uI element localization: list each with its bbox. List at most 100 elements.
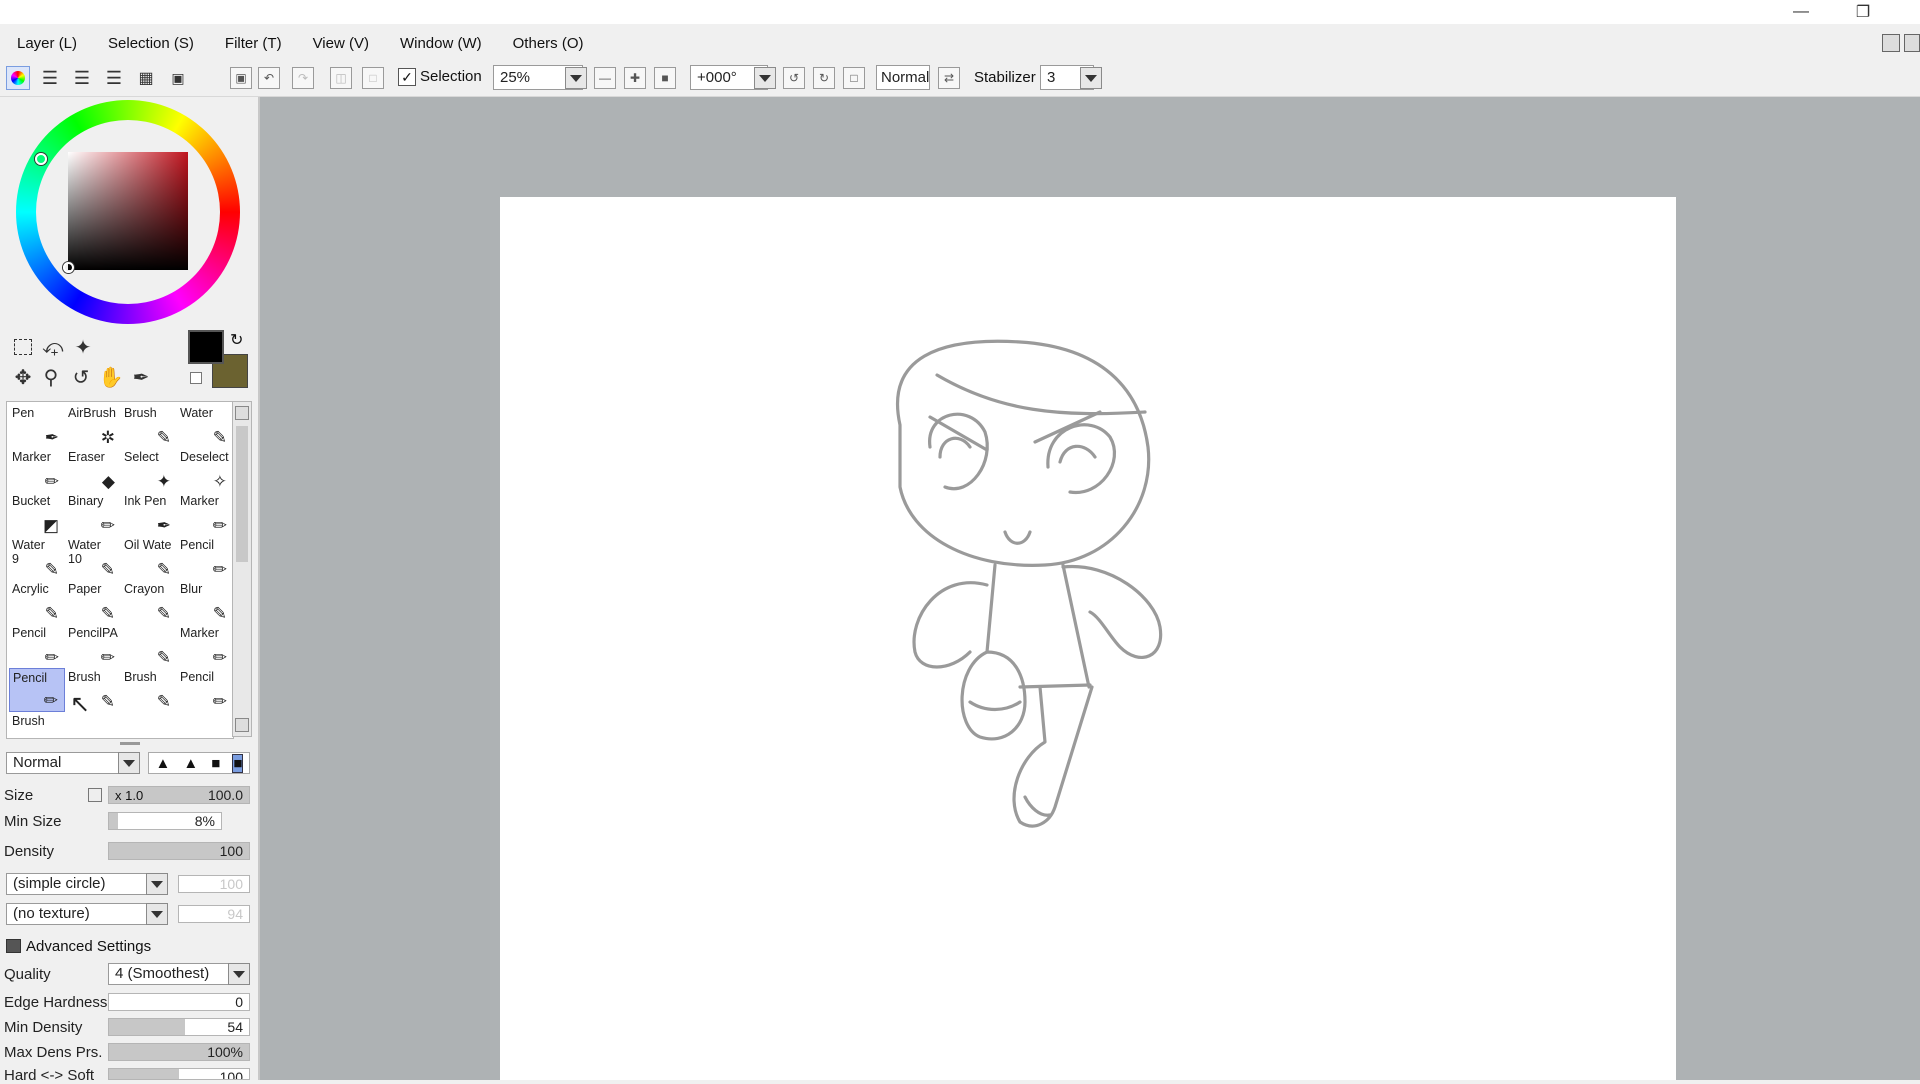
panel-layout-button[interactable] xyxy=(1904,34,1920,52)
invert-selection-button[interactable]: ◫ xyxy=(330,67,352,89)
view-mode-field[interactable]: Normal xyxy=(876,65,930,90)
rgb-sliders-toggle[interactable]: ☰ xyxy=(37,65,63,91)
brush-slot[interactable]: Pencil ✏ xyxy=(9,624,65,668)
brush-blend-mode-dropdown[interactable] xyxy=(118,752,140,774)
brush-slot[interactable]: Brush✎ xyxy=(121,668,177,712)
menu-filter[interactable]: Filter (T) xyxy=(208,35,296,52)
redo-button[interactable]: ↷ xyxy=(292,67,314,89)
menu-view[interactable]: View (V) xyxy=(296,35,383,52)
brush-slot[interactable]: AirBrush ✲ xyxy=(65,404,121,448)
scratchpad-toggle[interactable]: ▣ xyxy=(165,65,191,91)
scroll-up-icon[interactable] xyxy=(235,406,249,420)
brush-texture-strength[interactable]: 94 xyxy=(178,905,250,923)
rotate-reset-button[interactable]: □ xyxy=(843,67,865,89)
edge-solid-icon[interactable]: ■ xyxy=(232,753,244,773)
brush-slot[interactable]: Water ✎ xyxy=(177,404,233,448)
panel-toggle-button[interactable] xyxy=(1882,34,1900,52)
rotate-tool[interactable]: ↺ xyxy=(68,364,94,390)
deselect-button[interactable]: ▣ xyxy=(230,67,252,89)
color-mix-toggle[interactable]: ☰ xyxy=(101,65,127,91)
brush-slot[interactable]: Marker ✏ xyxy=(177,624,233,668)
stabilizer-dropdown[interactable] xyxy=(1080,67,1102,89)
brush-edge-selector[interactable]: ▲ ▲ ■ ■ xyxy=(148,752,250,774)
eyedropper-tool[interactable]: ✒ xyxy=(128,364,154,390)
rect-select-tool[interactable] xyxy=(10,334,36,360)
transparent-color-icon[interactable] xyxy=(190,372,202,384)
zoom-in-button[interactable]: ✚ xyxy=(624,67,646,89)
hard-soft-slider[interactable]: 100 xyxy=(108,1068,250,1080)
brush-slot[interactable]: Pencil ✏ xyxy=(177,668,233,712)
brush-slot[interactable]: Eraser ◆ xyxy=(65,448,121,492)
brush-slot[interactable]: Crayon ✎ xyxy=(121,580,177,624)
brush-texture-dropdown[interactable] xyxy=(146,903,168,925)
scroll-down-icon[interactable] xyxy=(235,718,249,732)
primary-color-swatch[interactable] xyxy=(188,330,224,364)
brush-grid-scrollbar[interactable] xyxy=(232,401,252,737)
selection-checkbox[interactable]: ✓ xyxy=(398,68,416,86)
edge-hardness-slider[interactable]: 0 xyxy=(108,993,250,1011)
brush-slot[interactable]: Select ✦ xyxy=(121,448,177,492)
density-slider[interactable]: 100 xyxy=(108,842,250,860)
brush-slot[interactable]: Acrylic ✎ xyxy=(9,580,65,624)
minimize-button[interactable]: — xyxy=(1778,0,1824,24)
zoom-out-button[interactable]: — xyxy=(594,67,616,89)
brush-slot[interactable]: Marker ✏ xyxy=(177,492,233,536)
move-tool[interactable]: ✥ xyxy=(10,364,36,390)
scroll-thumb[interactable] xyxy=(236,426,248,562)
size-multiplier-button[interactable] xyxy=(88,788,102,802)
color-wheel-toggle[interactable] xyxy=(6,66,30,90)
brush-shape-select[interactable]: (simple circle) xyxy=(6,873,168,895)
brush-slot[interactable]: Deselect ✧ xyxy=(177,448,233,492)
menu-layer[interactable]: Layer (L) xyxy=(0,35,91,52)
brush-slot[interactable]: Binary ✏ xyxy=(65,492,121,536)
brush-slot[interactable]: Blur ✎ xyxy=(177,580,233,624)
hue-cursor[interactable] xyxy=(35,153,47,165)
brush-shape-strength[interactable]: 100 xyxy=(178,875,250,893)
size-slider[interactable]: x 1.0 100.0 xyxy=(108,786,250,804)
hsv-sliders-toggle[interactable]: ☰ xyxy=(69,65,95,91)
brush-slot[interactable]: ✎ xyxy=(121,624,177,668)
saturation-value-square[interactable] xyxy=(68,152,188,270)
menu-others[interactable]: Others (O) xyxy=(496,35,598,52)
zoom-dropdown[interactable] xyxy=(565,67,587,89)
quality-dropdown[interactable] xyxy=(228,963,250,985)
brush-slot[interactable]: Water 10 ✎ xyxy=(65,536,121,580)
flip-view-button[interactable]: ⇄ xyxy=(938,67,960,89)
magic-wand-tool[interactable]: ✦ xyxy=(70,334,96,360)
zoom-tool[interactable]: ⚲ xyxy=(38,364,64,390)
clear-selection-button[interactable]: □ xyxy=(362,67,384,89)
hand-tool[interactable]: ✋ xyxy=(98,364,124,390)
min-size-slider[interactable]: 8% xyxy=(108,812,222,830)
advanced-settings-toggle[interactable] xyxy=(6,939,21,953)
brush-slot[interactable]: Paper ✎ xyxy=(65,580,121,624)
brush-shape-dropdown[interactable] xyxy=(146,873,168,895)
brush-slot[interactable]: Water 9 ✎ xyxy=(9,536,65,580)
sv-cursor[interactable] xyxy=(63,262,74,273)
edge-hard-icon[interactable]: ■ xyxy=(211,755,220,772)
rotate-left-button[interactable]: ↺ xyxy=(783,67,805,89)
menu-window[interactable]: Window (W) xyxy=(383,35,496,52)
zoom-reset-button[interactable]: ■ xyxy=(654,67,676,89)
brush-slot[interactable]: Brush✎ xyxy=(9,712,65,738)
brush-slot[interactable]: Brush✎ xyxy=(121,404,177,448)
lasso-tool[interactable]: ⤽ xyxy=(40,334,66,360)
edge-soft-icon[interactable]: ▲ xyxy=(156,755,171,772)
edge-medium-icon[interactable]: ▲ xyxy=(183,755,198,772)
brush-slot[interactable]: Pen ✒ xyxy=(9,404,65,448)
brush-slot[interactable]: Pencil ✏ xyxy=(9,668,65,712)
drawing-canvas[interactable] xyxy=(500,197,1676,1080)
swatches-toggle[interactable]: ▦ xyxy=(133,65,159,91)
brush-texture-select[interactable]: (no texture) xyxy=(6,903,168,925)
restore-button[interactable]: ❐ xyxy=(1840,0,1886,24)
max-dens-prs-slider[interactable]: 100% xyxy=(108,1043,250,1061)
panel-splitter[interactable] xyxy=(120,742,140,745)
menu-selection[interactable]: Selection (S) xyxy=(91,35,208,52)
swap-colors-icon[interactable]: ↻ xyxy=(230,330,243,350)
brush-slot[interactable]: Oil Wate ✎ xyxy=(121,536,177,580)
brush-slot[interactable]: Marker ✏ xyxy=(9,448,65,492)
undo-button[interactable]: ↶ xyxy=(258,67,280,89)
brush-slot[interactable]: Pencil ✏ xyxy=(177,536,233,580)
brush-slot[interactable]: Ink Pen ✒ xyxy=(121,492,177,536)
rotation-dropdown[interactable] xyxy=(754,67,776,89)
brush-slot[interactable]: PencilPA ✏ xyxy=(65,624,121,668)
